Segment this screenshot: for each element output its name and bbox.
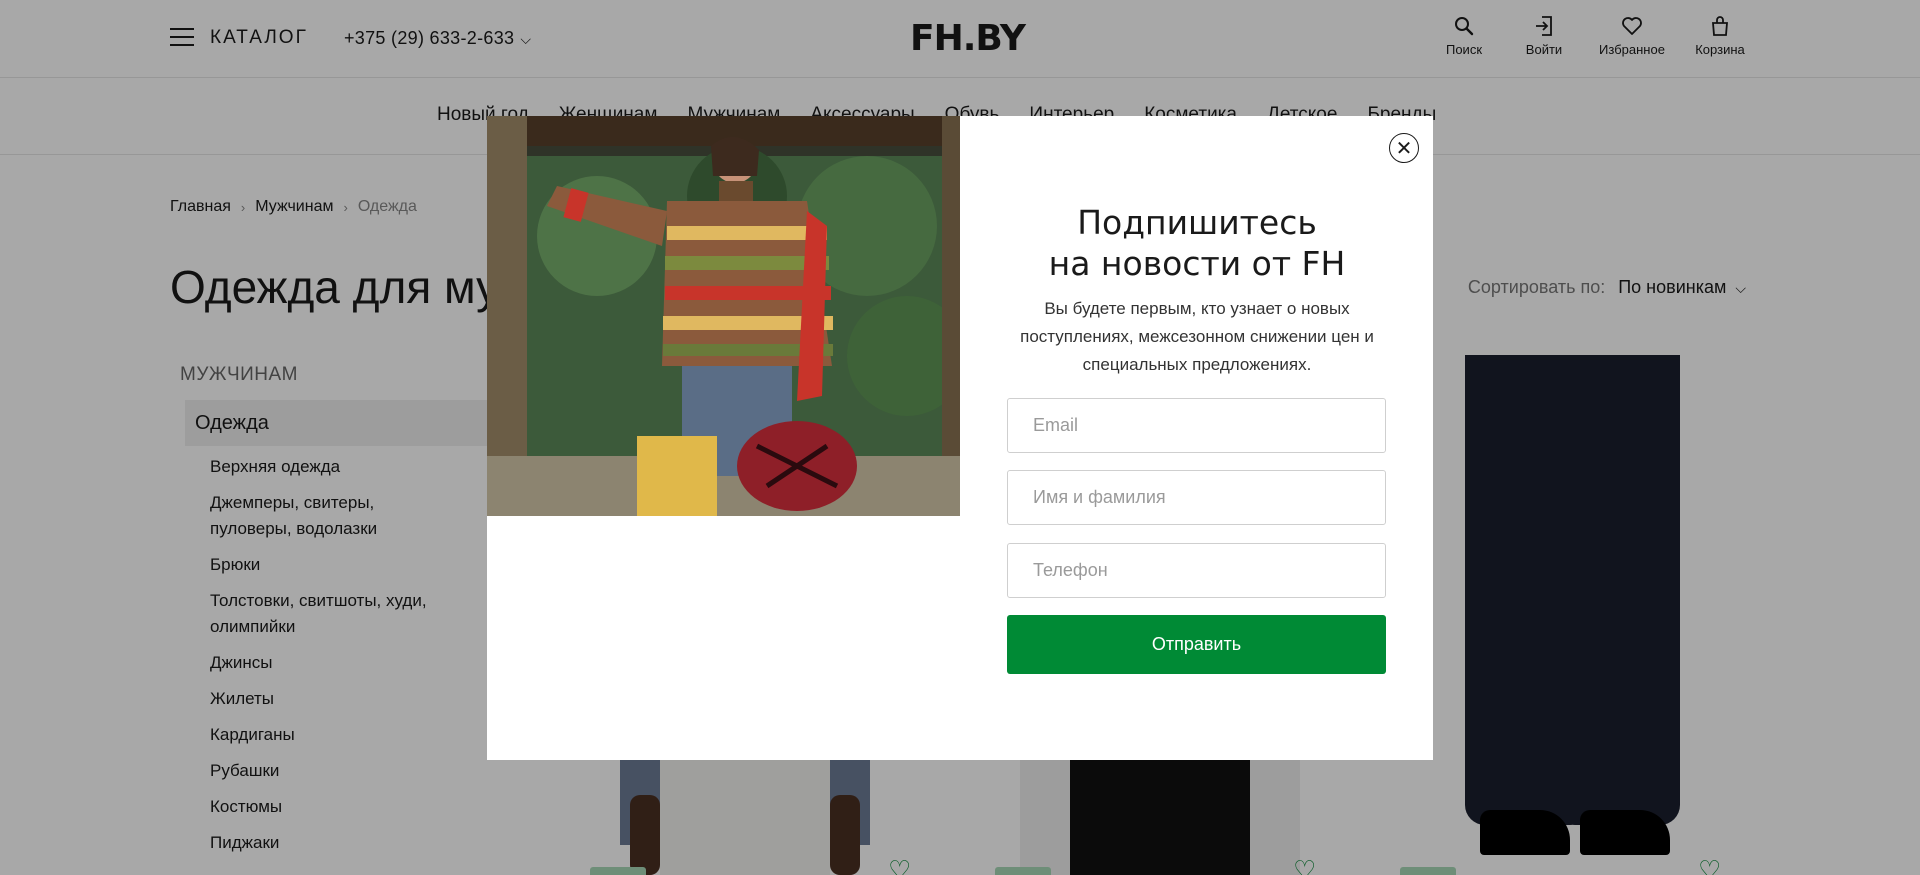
promo-photo (487, 116, 960, 516)
modal-title-line2: на новости от FH (1048, 244, 1346, 283)
modal-title-line1: Подпишитесь (1077, 203, 1317, 242)
modal-title: Подпишитесь на новости от FH (1007, 202, 1387, 284)
submit-button[interactable]: Отправить (1007, 615, 1386, 674)
name-field[interactable] (1007, 470, 1386, 525)
phone-field[interactable] (1007, 543, 1386, 598)
modal-description: Вы будете первым, кто узнает о новых пос… (1020, 299, 1374, 374)
email-field[interactable] (1007, 398, 1386, 453)
close-icon[interactable]: ✕ (1389, 133, 1419, 163)
subscribe-modal: ✕ Подпишитесь на новости от FH Вы будете… (487, 116, 1433, 760)
